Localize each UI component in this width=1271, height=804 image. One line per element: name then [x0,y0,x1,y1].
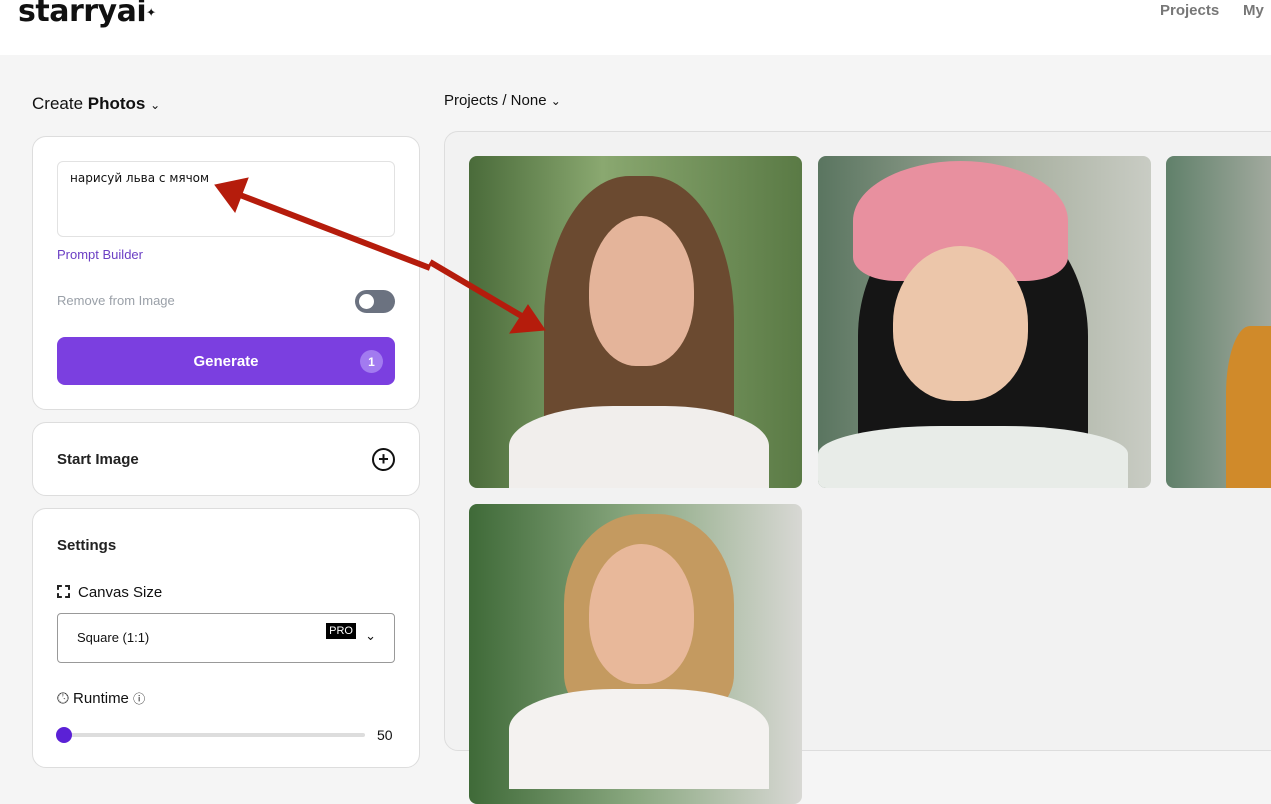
annotation-arrow [214,177,546,334]
